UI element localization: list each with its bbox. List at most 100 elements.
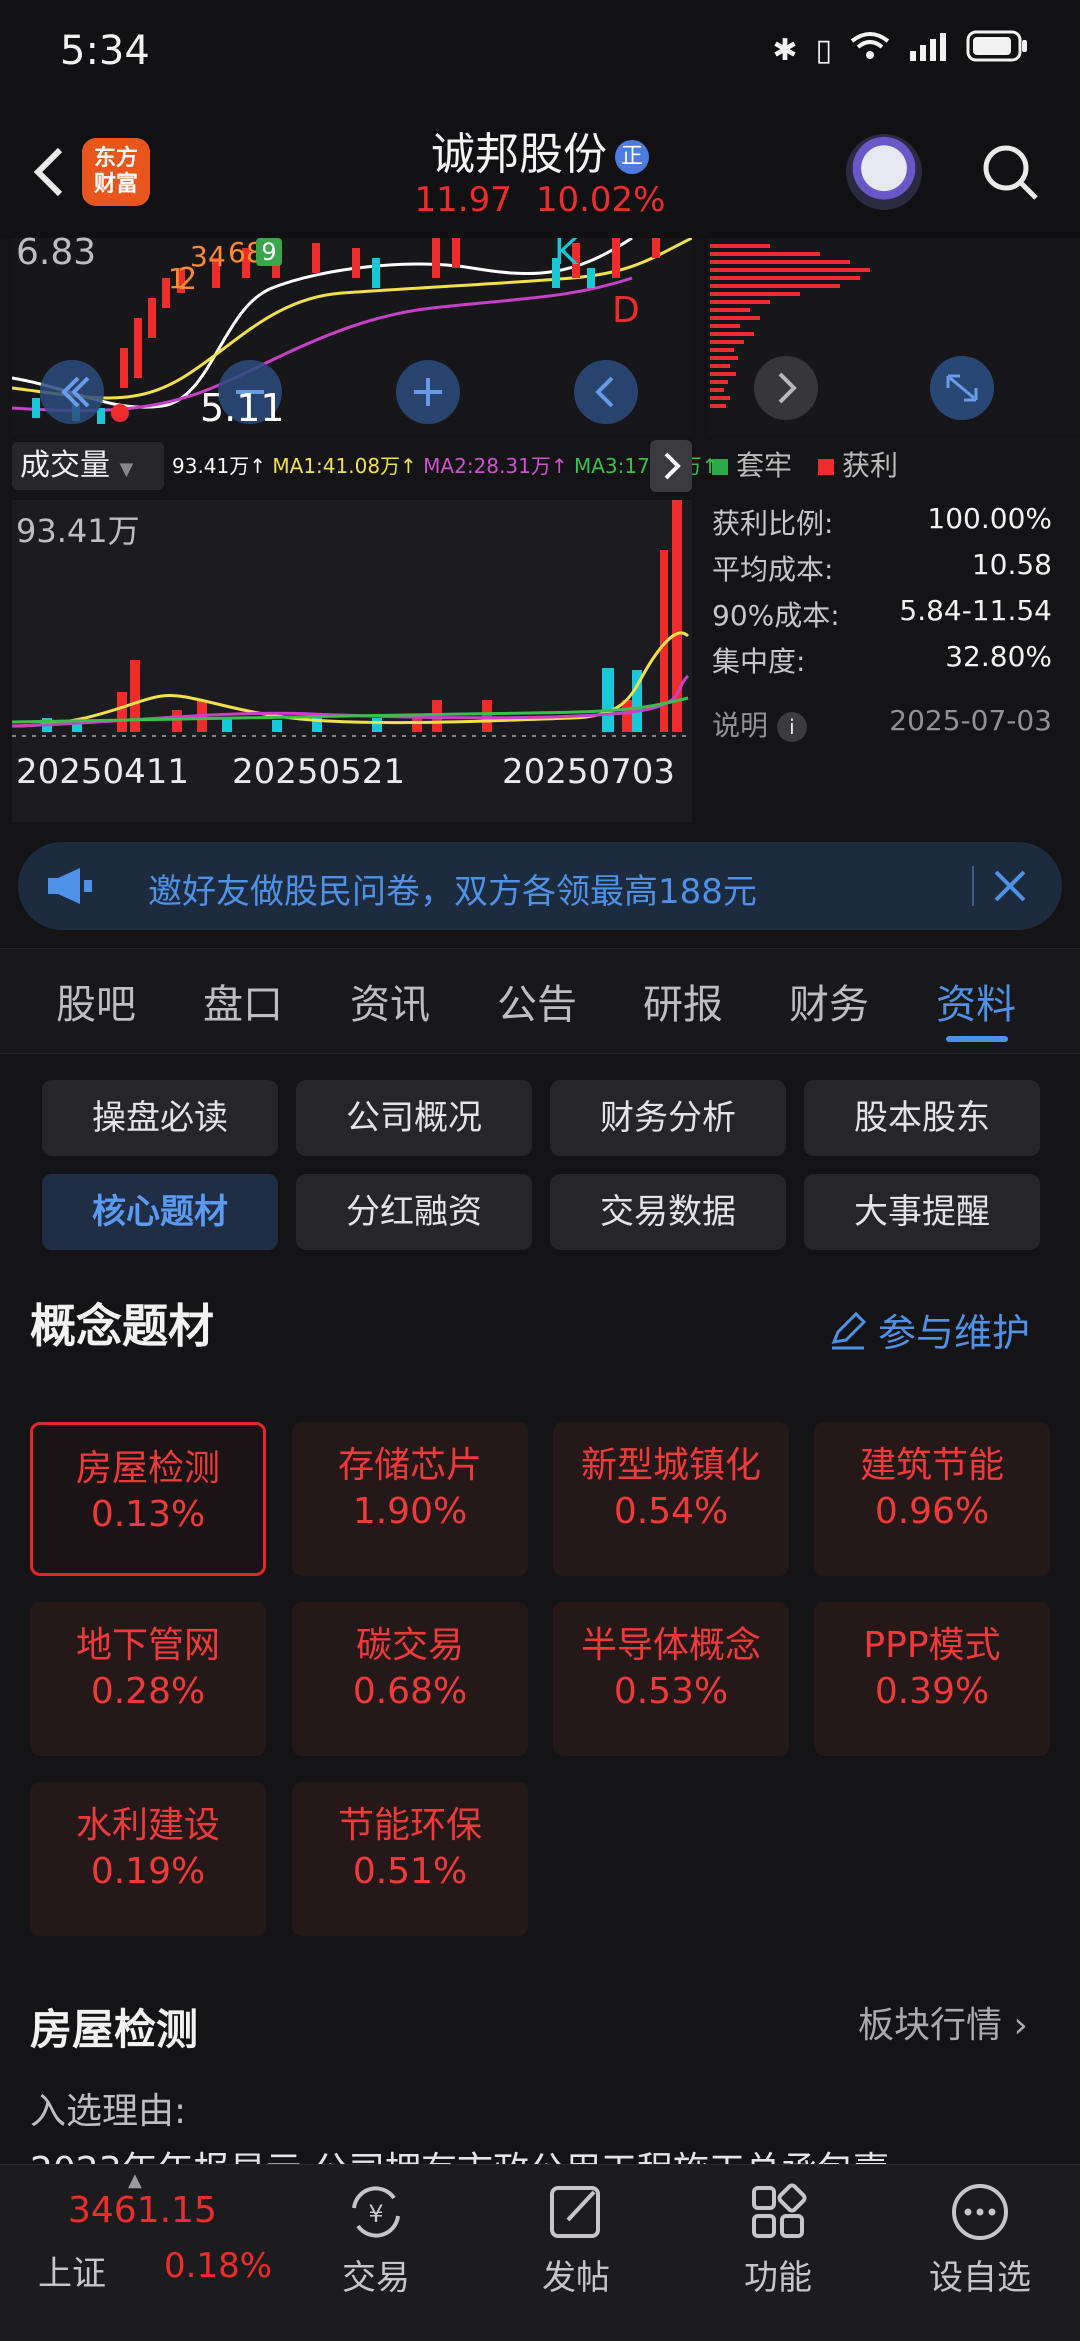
subtab-trading-data[interactable]: 交易数据 xyxy=(550,1174,786,1250)
nav-watchlist[interactable]: 设自选 xyxy=(910,2180,1050,2299)
concept-tile[interactable]: 存储芯片 1.90% xyxy=(292,1422,528,1576)
stock-price: 11.97 xyxy=(414,180,512,220)
concept-tile[interactable]: 节能环保 0.51% xyxy=(292,1782,528,1936)
tab-news[interactable]: 资讯 xyxy=(350,972,430,1030)
reason-label: 入选理由: xyxy=(30,2091,187,2132)
search-button[interactable] xyxy=(978,140,1042,204)
concept-tile[interactable]: PPP模式 0.39% xyxy=(814,1602,1050,1756)
legend-profit: 获利 xyxy=(818,444,898,484)
subtab-events[interactable]: 大事提醒 xyxy=(804,1174,1040,1250)
kline-high-label: 6.83 xyxy=(16,232,97,273)
nav-trade-label: 交易 xyxy=(342,2258,410,2298)
search-icon xyxy=(983,145,1038,200)
status-icons: ✱ ▯ xyxy=(772,30,1028,70)
kline-marker-d: D xyxy=(612,290,640,331)
concept-tile[interactable]: 建筑节能 0.96% xyxy=(814,1422,1050,1576)
stock-change-pct: 10.02% xyxy=(535,180,666,220)
volume-ma-row: 93.41万↑ MA1:41.08万↑ MA2:28.31万↑ MA3:17.8… xyxy=(172,454,719,478)
subtab-financial-analysis[interactable]: 财务分析 xyxy=(550,1080,786,1156)
volume-ma1: MA1:41.08万 xyxy=(272,454,401,478)
banner-divider xyxy=(972,866,974,906)
concept-tile[interactable]: 新型城镇化 0.54% xyxy=(553,1422,789,1576)
chip-stats: 获利比例: 100.00% 平均成本: 10.58 90%成本: 5.84-11.54… xyxy=(712,502,1052,686)
chip-legend: 套牢 获利 xyxy=(712,444,898,484)
maintain-button[interactable]: 参与维护 xyxy=(828,1302,1030,1357)
tab-active-indicator xyxy=(946,1036,1008,1042)
chip-note-row: 说明 i 2025-07-03 xyxy=(712,704,1052,744)
subtab-shareholders[interactable]: 股本股东 xyxy=(804,1080,1040,1156)
edit-icon xyxy=(831,1311,867,1349)
concept-tile[interactable]: 碳交易 0.68% xyxy=(292,1602,528,1756)
nav-trade[interactable]: ¥ 交易 xyxy=(306,2180,446,2299)
index-pct[interactable]: 0.18% xyxy=(164,2246,272,2286)
close-banner-button[interactable] xyxy=(990,866,1030,906)
indicator-select[interactable]: 成交量 ▼ xyxy=(12,442,164,490)
concept-tile[interactable]: 半导体概念 0.53% xyxy=(553,1602,789,1756)
volume-ma2: MA2:28.31万 xyxy=(423,454,551,478)
nav-watchlist-label: 设自选 xyxy=(929,2258,1031,2298)
stock-name: 诚邦股份 xyxy=(431,129,607,180)
caret-down-icon: ▼ xyxy=(119,459,134,480)
chevron-right-icon xyxy=(664,452,681,480)
megaphone-icon xyxy=(44,866,96,906)
stat-row-avg-cost: 平均成本: 10.58 xyxy=(712,548,1052,586)
status-badge: 正 xyxy=(615,140,649,174)
reason-text: 2023年年报显示,公司拥有市政公用工程施工总承包壹 xyxy=(30,2140,1050,2166)
kline-marker-4: 4 xyxy=(208,240,226,273)
robot-assistant-icon[interactable] xyxy=(846,134,922,210)
close-icon xyxy=(994,870,1026,902)
kline-marker-k: K xyxy=(554,232,578,273)
stat-row-profit-ratio: 获利比例: 100.00% xyxy=(712,502,1052,540)
tab-pankou[interactable]: 盘口 xyxy=(203,972,283,1030)
kline-low-label: 5.11 xyxy=(200,386,285,430)
stat-row-concentration: 集中度: 32.80% xyxy=(712,640,1052,678)
grid-icon xyxy=(752,2183,807,2238)
tab-research[interactable]: 研报 xyxy=(643,972,723,1030)
index-name[interactable]: 上证 xyxy=(38,2246,106,2295)
concept-tile[interactable]: 房屋检测 0.13% xyxy=(30,1422,266,1576)
stat-row-90-cost: 90%成本: 5.84-11.54 xyxy=(712,594,1052,632)
concept-tile[interactable]: 地下管网 0.28% xyxy=(30,1602,266,1756)
nav-functions[interactable]: 功能 xyxy=(708,2180,848,2299)
chip-date: 2025-07-03 xyxy=(889,704,1052,737)
concept-tile[interactable]: 水利建设 0.19% xyxy=(30,1782,266,1936)
sector-quote-link[interactable]: 板块行情 › xyxy=(858,1996,1028,2048)
bluetooth-icon: ✱ xyxy=(772,32,798,68)
vibrate-icon: ▯ xyxy=(815,32,832,68)
nav-functions-label: 功能 xyxy=(744,2258,812,2298)
compose-icon xyxy=(550,2186,600,2238)
kline-marker-6: 6 xyxy=(228,236,246,269)
chip-distribution[interactable] xyxy=(708,238,1080,434)
concept-title: 概念题材 xyxy=(30,1299,214,1353)
date-label-mid: 20250521 xyxy=(232,752,406,792)
subtab-company-overview[interactable]: 公司概况 xyxy=(296,1080,532,1156)
tab-announcements[interactable]: 公告 xyxy=(497,972,577,1030)
kline-chart[interactable] xyxy=(12,238,692,434)
subtab-dividends[interactable]: 分红融资 xyxy=(296,1174,532,1250)
caret-up-icon: ▲ xyxy=(128,2170,142,2191)
volume-max-label: 93.41万 xyxy=(16,512,140,550)
wifi-icon xyxy=(850,31,890,69)
nav-post-label: 发帖 xyxy=(542,2258,610,2298)
date-label-start: 20250411 xyxy=(16,752,190,792)
status-time: 5:34 xyxy=(60,28,150,74)
nav-post[interactable]: 发帖 xyxy=(506,2180,646,2299)
indicator-next-button[interactable] xyxy=(650,440,692,492)
kline-marker-3: 3 xyxy=(190,240,208,273)
signal-icon xyxy=(908,31,948,69)
volume-value: 93.41万 xyxy=(172,454,250,478)
battery-icon xyxy=(966,30,1028,70)
promo-text: 邀好友做股民问卷，双方各领最高188元 xyxy=(148,872,757,912)
more-dots-icon xyxy=(952,2184,1008,2240)
legend-trapped: 套牢 xyxy=(712,444,792,484)
subtab-core-themes[interactable]: 核心题材 xyxy=(42,1174,278,1250)
subtab-trading-guide[interactable]: 操盘必读 xyxy=(42,1080,278,1156)
kline-marker-9: 9 xyxy=(256,238,282,266)
tab-guba[interactable]: 股吧 xyxy=(56,972,136,1030)
tab-finance[interactable]: 财务 xyxy=(789,972,869,1030)
chip-note-button[interactable]: 说明 i xyxy=(712,704,807,744)
tab-profile[interactable]: 资料 xyxy=(936,972,1016,1030)
svg-text:¥: ¥ xyxy=(368,2200,383,2228)
detail-title: 房屋检测 xyxy=(30,2005,199,2054)
index-value[interactable]: 3461.15 xyxy=(68,2190,217,2231)
